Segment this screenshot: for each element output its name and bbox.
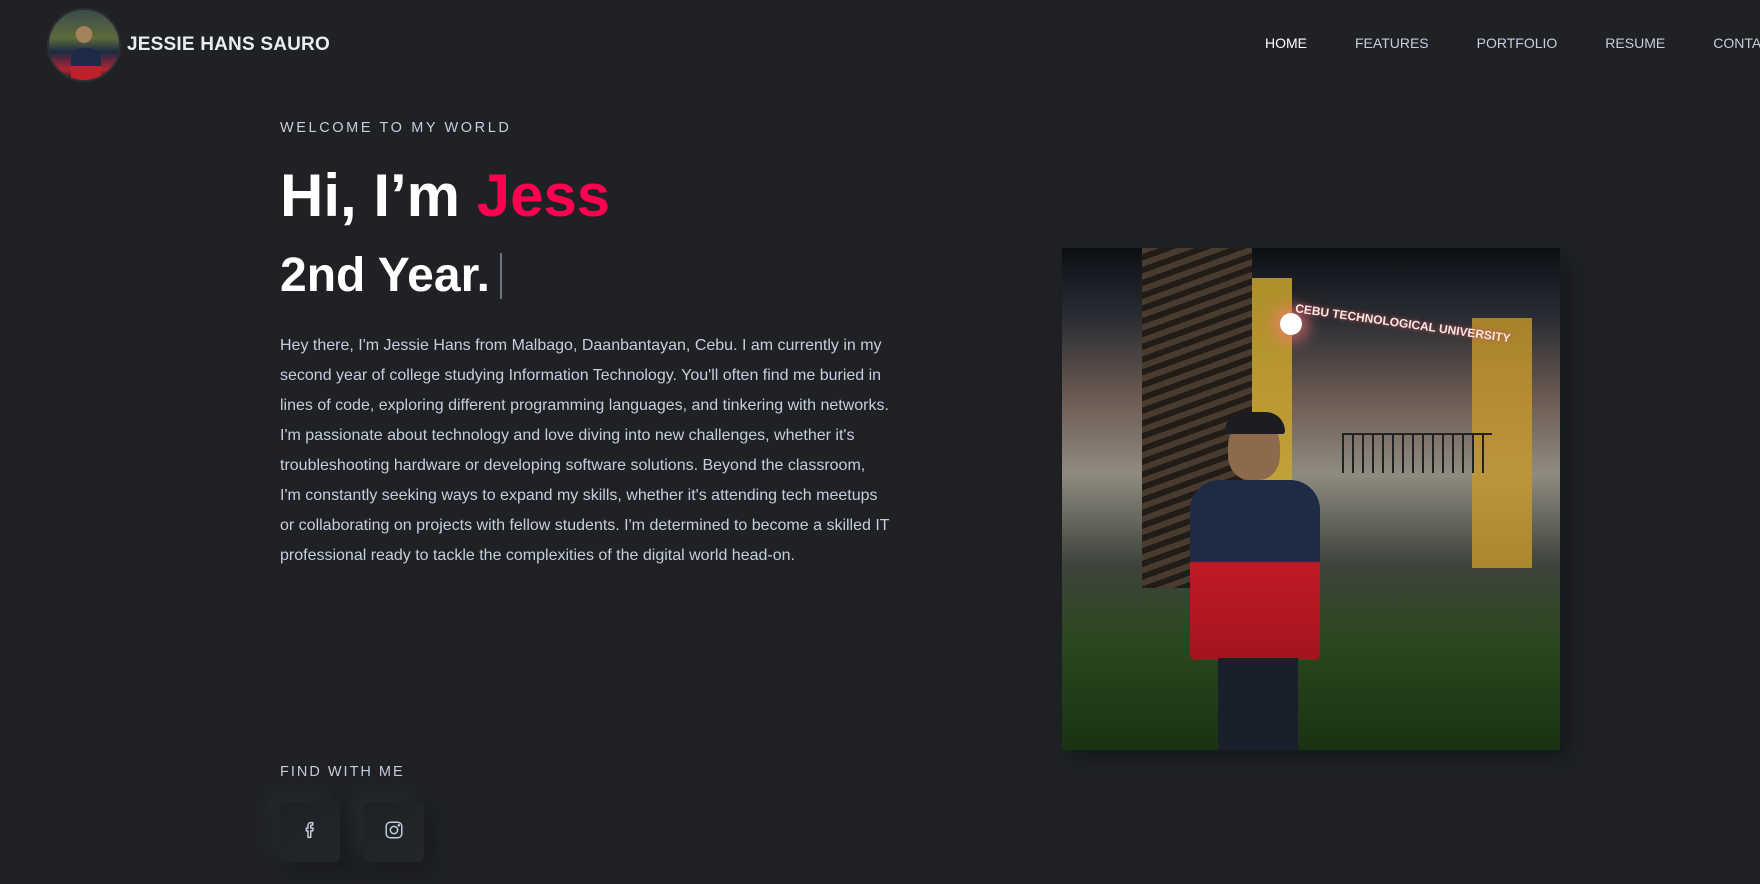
typing-cursor: [499, 253, 502, 300]
brand-name[interactable]: JESSIE HANS SAURO: [127, 34, 330, 56]
brand[interactable]: JESSIE HANS SAURO: [47, 8, 330, 82]
nav-resume[interactable]: RESUME: [1605, 35, 1665, 51]
hero-title: Hi, I’m Jess: [280, 164, 900, 227]
photo-person-torso: [1190, 480, 1320, 660]
photo-railing: [1342, 433, 1492, 473]
find-title: FIND WITH ME: [280, 764, 405, 780]
instagram-button[interactable]: [364, 802, 424, 862]
photo-person: [1180, 412, 1320, 750]
hero-subtitle-text: 2nd Year.: [280, 249, 490, 302]
avatar[interactable]: [47, 8, 121, 82]
hero-title-prefix: Hi, I’m: [280, 162, 477, 229]
social-links: [280, 802, 448, 862]
nav-features[interactable]: FEATURES: [1355, 35, 1429, 51]
main-nav: HOME FEATURES PORTFOLIO RESUME CONTACT: [1265, 35, 1760, 51]
hero-description: Hey there, I'm Jessie Hans from Malbago,…: [280, 337, 890, 565]
photo-sign: CEBU TECHNOLOGICAL UNIVERSITY: [1294, 301, 1512, 346]
facebook-button[interactable]: [280, 802, 340, 862]
profile-photo: CEBU TECHNOLOGICAL UNIVERSITY: [1062, 248, 1560, 750]
hero-eyebrow: WELCOME TO MY WORLD: [280, 120, 512, 136]
site-header: JESSIE HANS SAURO HOME FEATURES PORTFOLI…: [0, 0, 1760, 88]
hero-section: WELCOME TO MY WORLD Hi, I’m Jess 2nd Yea…: [280, 120, 900, 571]
facebook-icon: [299, 819, 321, 846]
nav-home[interactable]: HOME: [1265, 35, 1307, 51]
photo-person-legs: [1218, 658, 1298, 750]
hero-subtitle: 2nd Year.: [280, 249, 900, 302]
photo-person-cap: [1225, 412, 1285, 434]
instagram-icon: [383, 819, 405, 846]
find-with-me: FIND WITH ME: [280, 764, 448, 862]
hero-title-name: Jess: [476, 162, 611, 229]
nav-portfolio[interactable]: PORTFOLIO: [1477, 35, 1558, 51]
nav-contact[interactable]: CONTACT: [1713, 35, 1760, 51]
